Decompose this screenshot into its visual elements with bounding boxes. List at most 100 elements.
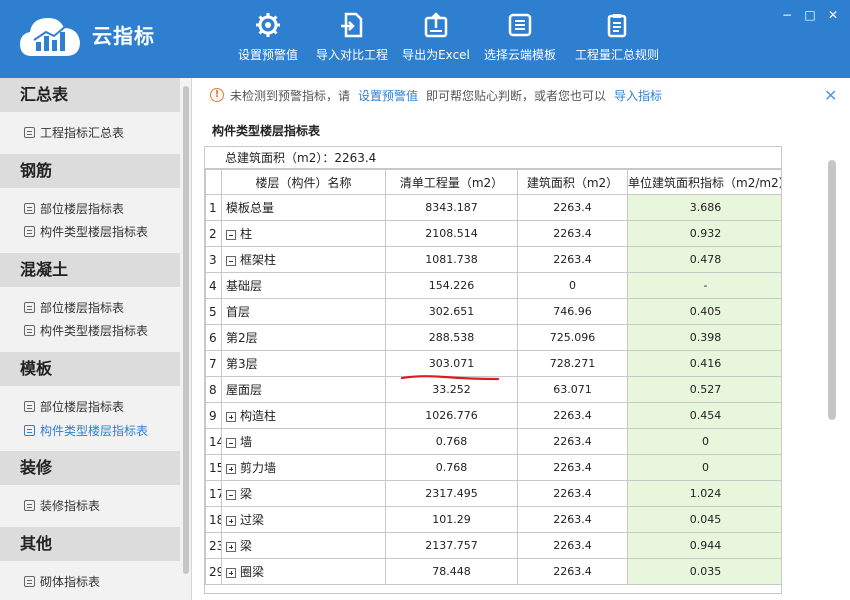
table-row[interactable]: 6 第2层 288.538 725.096 0.398 xyxy=(205,324,781,351)
table-row[interactable]: 29 圈梁 78.448 2263.4 0.035 xyxy=(205,558,781,585)
row-unit-index: 0.944 xyxy=(627,532,781,559)
row-name: 基础层 xyxy=(221,272,386,299)
row-index: 9 xyxy=(205,402,222,429)
expand-icon[interactable] xyxy=(226,411,236,422)
table-icon xyxy=(24,424,35,436)
summary-rules-button[interactable]: 工程量汇总规则 xyxy=(572,12,662,72)
row-name: 模板总量 xyxy=(221,194,386,221)
import-compare-button[interactable]: 导入对比工程 xyxy=(312,12,392,72)
sidebar-item-label: 部位楼层指标表 xyxy=(40,300,125,315)
table-row[interactable]: 15 剪力墙 0.768 2263.4 0 xyxy=(205,454,781,481)
row-name: 过梁 xyxy=(221,506,386,533)
template-icon xyxy=(508,13,532,37)
sidebar-section-rebar: 钢筋 xyxy=(0,154,180,188)
sidebar-item-rebar-part-floor[interactable]: 部位楼层指标表 xyxy=(24,198,124,218)
maximize-button[interactable]: □ xyxy=(801,6,819,24)
expand-icon[interactable] xyxy=(226,541,236,552)
row-area: 2263.4 xyxy=(517,428,628,455)
toolbar-label: 设置预警值 xyxy=(237,48,298,62)
row-quantity: 1026.776 xyxy=(385,402,518,429)
table-row[interactable]: 5 首层 302.651 746.96 0.405 xyxy=(205,298,781,325)
row-unit-index: 0 xyxy=(627,428,781,455)
sidebar-item-rebar-component-floor[interactable]: 构件类型楼层指标表 xyxy=(24,221,148,241)
total-area-summary: 总建筑面积（m2）：2263.4 xyxy=(205,147,781,169)
header-quantity[interactable]: 清单工程量（m2） xyxy=(385,169,518,195)
table-row[interactable]: 4 基础层 154.226 0 - xyxy=(205,272,781,299)
minimize-button[interactable]: − xyxy=(778,6,796,24)
select-cloud-template-button[interactable]: 选择云端模板 xyxy=(480,12,560,72)
sidebar-item-formwork-component-floor[interactable]: 构件类型楼层指标表 xyxy=(24,420,148,440)
collapse-icon[interactable] xyxy=(226,229,236,240)
expand-icon[interactable] xyxy=(226,463,236,474)
sidebar-item-concrete-component-floor[interactable]: 构件类型楼层指标表 xyxy=(24,320,148,340)
row-quantity: 78.448 xyxy=(385,558,518,585)
header-index xyxy=(205,169,222,195)
set-warning-button[interactable]: 设置预警值 xyxy=(228,12,308,72)
row-area: 2263.4 xyxy=(517,402,628,429)
index-table: 总建筑面积（m2）：2263.4 楼层（构件）名称 清单工程量（m2） 建筑面积… xyxy=(204,146,782,594)
row-unit-index: 3.686 xyxy=(627,194,781,221)
row-index: 4 xyxy=(205,272,222,299)
table-scrollbar[interactable] xyxy=(828,160,836,420)
sidebar-scrollbar[interactable] xyxy=(183,86,189,574)
sidebar-item-label: 构件类型楼层指标表 xyxy=(40,423,149,438)
sidebar-item-project-index-summary[interactable]: 工程指标汇总表 xyxy=(24,122,124,142)
notice-text: 未检测到预警指标，请 xyxy=(230,88,351,103)
sidebar-item-formwork-part-floor[interactable]: 部位楼层指标表 xyxy=(24,396,124,416)
notice-bar: ! 未检测到预警指标，请 设置预警值 即可帮您贴心判断，或者您也可以 导入指标 xyxy=(210,86,670,104)
close-notice-icon[interactable]: ✕ xyxy=(824,86,837,105)
table-row[interactable]: 23 梁 2137.757 2263.4 0.944 xyxy=(205,532,781,559)
row-name: 墙 xyxy=(221,428,386,455)
header-name[interactable]: 楼层（构件）名称 xyxy=(221,169,386,195)
table-row[interactable]: 2 柱 2108.514 2263.4 0.932 xyxy=(205,220,781,247)
sidebar-item-label: 部位楼层指标表 xyxy=(40,399,125,414)
row-index: 23 xyxy=(205,532,222,559)
collapse-icon[interactable] xyxy=(226,437,236,448)
collapse-icon[interactable] xyxy=(226,255,236,266)
row-unit-index: 0.045 xyxy=(627,506,781,533)
sidebar-section-other: 其他 xyxy=(0,527,180,561)
sidebar-item-label: 砌体指标表 xyxy=(40,574,101,589)
collapse-icon[interactable] xyxy=(226,489,236,500)
sidebar-item-masonry-index[interactable]: 砌体指标表 xyxy=(24,571,100,591)
row-name: 第3层 xyxy=(221,350,386,377)
toolbar-label: 工程量汇总规则 xyxy=(574,48,659,62)
table-icon xyxy=(24,126,35,138)
table-row[interactable]: 14 墙 0.768 2263.4 0 xyxy=(205,428,781,455)
table-row[interactable]: 9 构造柱 1026.776 2263.4 0.454 xyxy=(205,402,781,429)
expand-icon[interactable] xyxy=(226,515,236,526)
row-name: 构造柱 xyxy=(221,402,386,429)
row-name: 剪力墙 xyxy=(221,454,386,481)
expand-icon[interactable] xyxy=(226,567,236,578)
row-unit-index: 0.478 xyxy=(627,246,781,273)
row-area: 2263.4 xyxy=(517,480,628,507)
row-unit-index: 0.932 xyxy=(627,220,781,247)
row-name: 框架柱 xyxy=(221,246,386,273)
row-quantity: 8343.187 xyxy=(385,194,518,221)
sidebar-section-concrete: 混凝土 xyxy=(0,253,180,287)
table-row[interactable]: 17 梁 2317.495 2263.4 1.024 xyxy=(205,480,781,507)
close-window-button[interactable]: ✕ xyxy=(824,6,842,24)
row-quantity: 2108.514 xyxy=(385,220,518,247)
header-unit-index[interactable]: 单位建筑面积指标（m2/m2） xyxy=(627,169,781,195)
table-row[interactable]: 3 框架柱 1081.738 2263.4 0.478 xyxy=(205,246,781,273)
table-row[interactable]: 1 模板总量 8343.187 2263.4 3.686 xyxy=(205,194,781,221)
sidebar-item-concrete-part-floor[interactable]: 部位楼层指标表 xyxy=(24,297,124,317)
table-row[interactable]: 18 过梁 101.29 2263.4 0.045 xyxy=(205,506,781,533)
row-area: 0 xyxy=(517,272,628,299)
row-index: 5 xyxy=(205,298,222,325)
set-warning-link[interactable]: 设置预警值 xyxy=(358,87,418,104)
row-quantity: 302.651 xyxy=(385,298,518,325)
sidebar-section-decoration: 装修 xyxy=(0,451,180,485)
table-icon xyxy=(24,202,35,214)
import-index-link[interactable]: 导入指标 xyxy=(614,87,662,104)
header-area[interactable]: 建筑面积（m2） xyxy=(517,169,628,195)
row-unit-index: 0.405 xyxy=(627,298,781,325)
export-excel-button[interactable]: 导出为Excel xyxy=(398,12,474,72)
row-name: 柱 xyxy=(221,220,386,247)
row-quantity: 1081.738 xyxy=(385,246,518,273)
table-icon xyxy=(24,324,35,336)
row-area: 2263.4 xyxy=(517,558,628,585)
row-area: 2263.4 xyxy=(517,454,628,481)
sidebar-item-decoration-index[interactable]: 装修指标表 xyxy=(24,495,100,515)
